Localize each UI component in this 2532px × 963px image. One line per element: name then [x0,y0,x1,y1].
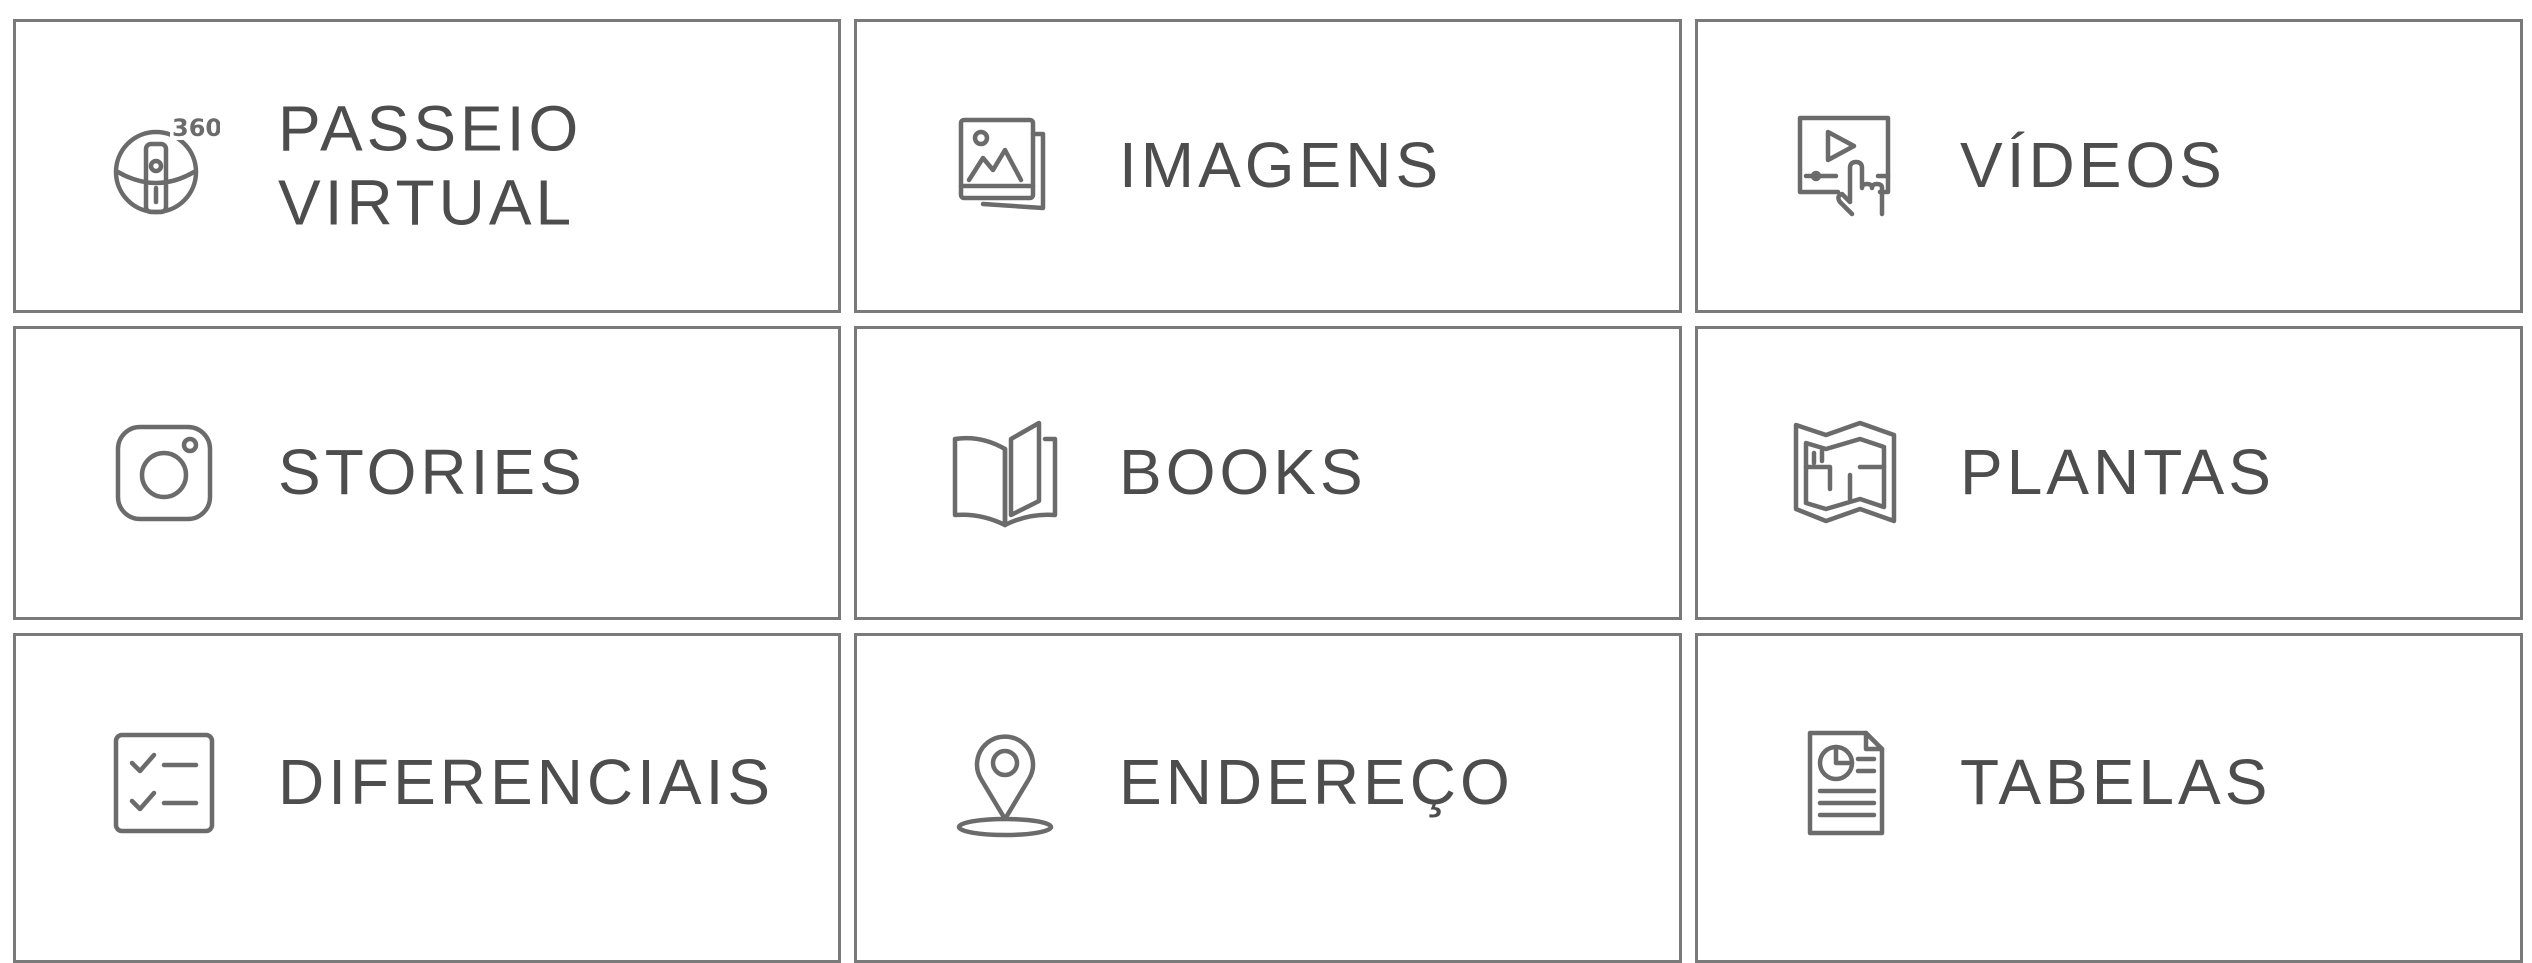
360-badge: 360 [172,114,220,142]
location-pin-icon [949,727,1061,839]
tile-label: DIFERENCIAIS [278,746,775,819]
book-icon [949,417,1061,529]
tile-imagens[interactable]: IMAGENS [854,19,1682,313]
tile-label: PASSEIO VIRTUAL [278,92,582,239]
tile-videos[interactable]: VÍDEOS [1695,19,2523,313]
tile-label: IMAGENS [1119,129,1443,202]
tile-label-line-1: PASSEIO [278,92,583,165]
tile-label: VÍDEOS [1960,129,2226,202]
tile-passeio-virtual[interactable]: 360 PASSEIO VIRTUAL [13,19,841,313]
tile-diferenciais[interactable]: DIFERENCIAIS [13,633,841,963]
checklist-icon [108,727,220,839]
360-view-icon: 360 [108,110,220,222]
video-touch-icon [1790,110,1902,222]
tile-label-line-2: VIRTUAL [278,166,576,238]
tile-label: BOOKS [1119,436,1367,509]
tile-label: PLANTAS [1960,436,2275,509]
tile-endereco[interactable]: ENDEREÇO [854,633,1682,963]
report-document-icon [1790,727,1902,839]
tile-books[interactable]: BOOKS [854,326,1682,620]
images-icon [949,110,1061,222]
tile-stories[interactable]: STORIES [13,326,841,620]
tile-label: ENDEREÇO [1119,746,1514,819]
tile-plantas[interactable]: PLANTAS [1695,326,2523,620]
map-plan-icon [1790,417,1902,529]
instagram-icon [108,417,220,529]
tile-label: STORIES [278,436,586,509]
tile-label: TABELAS [1960,746,2272,819]
media-menu-grid: 360 PASSEIO VIRTUAL IMAGENS VÍDEOS STORI… [13,19,2523,963]
tile-tabelas[interactable]: TABELAS [1695,633,2523,963]
